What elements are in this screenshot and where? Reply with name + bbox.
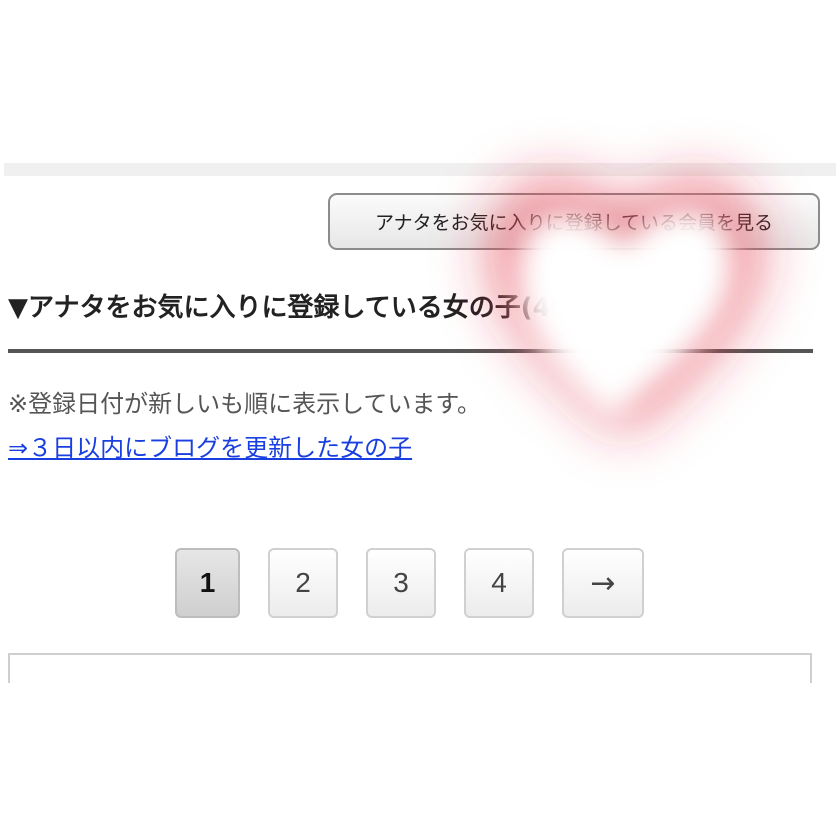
page-button-4[interactable]: 4: [464, 548, 534, 618]
sort-order-note: ※登録日付が新しいも順に表示しています。: [8, 390, 481, 418]
heading-underline: [8, 349, 813, 353]
pagination: 1 2 3 4 →: [0, 548, 840, 620]
page-button-2[interactable]: 2: [268, 548, 338, 618]
recent-blog-update-link[interactable]: ⇒３日以内にブログを更新した女の子: [8, 428, 412, 463]
page-button-3[interactable]: 3: [366, 548, 436, 618]
member-list-box: [8, 653, 812, 683]
favorites-section-title: ▼アナタをお気に入りに登録している女の子(400人): [8, 293, 625, 323]
top-divider-band: [4, 163, 836, 176]
view-favorited-by-members-button[interactable]: アナタをお気に入りに登録している会員を見る: [328, 193, 820, 250]
page-button-1[interactable]: 1: [175, 548, 240, 618]
next-page-button[interactable]: →: [562, 548, 644, 618]
